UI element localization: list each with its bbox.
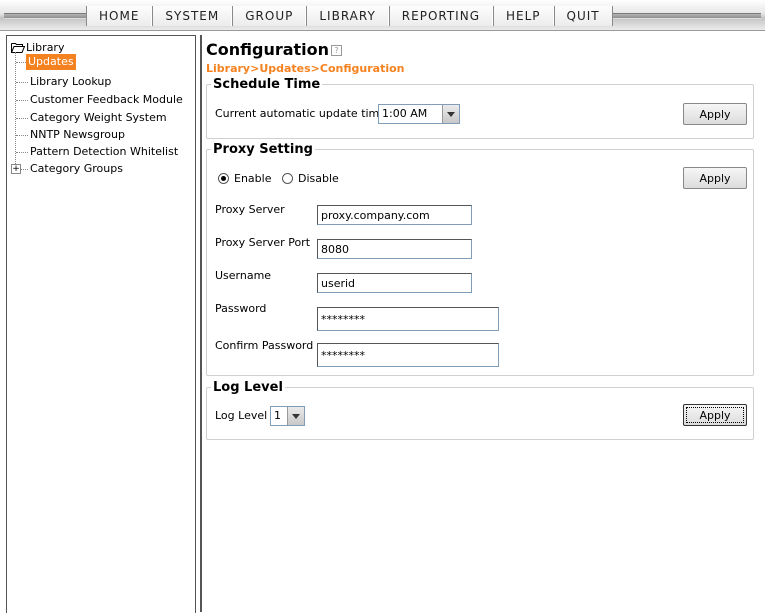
menu-quit[interactable]: QUIT <box>553 6 613 26</box>
schedule-time-legend: Schedule Time <box>213 77 321 92</box>
proxy-setting-group: Proxy Setting Enable Disable Apply Proxy… <box>206 142 754 376</box>
tree-item-category-groups[interactable]: + Category Groups <box>7 161 187 177</box>
tree-item-library-lookup[interactable]: Library Lookup <box>7 74 187 90</box>
log-level-group: Log Level Log Level 1 Apply <box>206 380 754 440</box>
menu-home[interactable]: HOME <box>86 6 153 26</box>
username-label: Username <box>215 269 272 282</box>
confirm-password-input[interactable]: ******** <box>317 343 499 367</box>
page-title: Configuration? <box>206 40 343 59</box>
folder-open-icon <box>11 43 25 53</box>
tree-item-nntp[interactable]: NNTP Newsgroup <box>7 127 187 143</box>
tree-item-pattern-whitelist[interactable]: Pattern Detection Whitelist <box>7 144 187 160</box>
proxy-setting-legend: Proxy Setting <box>213 142 313 157</box>
breadcrumb: Library>Updates>Configuration <box>206 62 405 75</box>
disable-label: Disable <box>298 172 339 185</box>
log-level-value: 1 <box>274 409 281 422</box>
tree-item-label: Updates <box>26 54 76 70</box>
menu-library[interactable]: LIBRARY <box>306 6 389 26</box>
proxy-server-input[interactable]: proxy.company.com <box>317 205 472 225</box>
chevron-down-icon[interactable] <box>287 407 304 425</box>
tree-item-label: Pattern Detection Whitelist <box>30 145 179 158</box>
update-time-label: Current automatic update time: <box>215 107 390 120</box>
expand-plus-icon[interactable]: + <box>11 164 21 174</box>
tree-item-updates[interactable]: Updates <box>7 54 187 70</box>
tree-item-label: Category Weight System <box>30 111 167 124</box>
chevron-down-icon[interactable] <box>442 105 459 123</box>
enable-radio[interactable] <box>218 173 229 184</box>
menu-items: HOME SYSTEM GROUP LIBRARY REPORTING HELP… <box>86 6 613 26</box>
proxy-apply-button[interactable]: Apply <box>683 167 747 189</box>
update-time-select[interactable]: 1:00 AM <box>378 104 460 124</box>
proxy-server-label: Proxy Server <box>215 203 285 216</box>
log-level-select[interactable]: 1 <box>270 406 305 426</box>
log-apply-button[interactable]: Apply <box>683 404 747 426</box>
tree-item-label: Category Groups <box>30 162 123 175</box>
disable-radio[interactable] <box>282 173 293 184</box>
page-title-text: Configuration <box>206 40 330 59</box>
proxy-port-input[interactable]: 8080 <box>317 239 472 259</box>
schedule-apply-button[interactable]: Apply <box>683 103 747 125</box>
log-level-label: Log Level <box>215 409 268 422</box>
tree-item-label: Customer Feedback Module <box>30 93 183 106</box>
menu-help[interactable]: HELP <box>493 6 554 26</box>
menu-reporting[interactable]: REPORTING <box>388 6 493 26</box>
proxy-port-label: Proxy Server Port <box>215 236 311 249</box>
top-menu-bar: HOME SYSTEM GROUP LIBRARY REPORTING HELP… <box>0 0 765 31</box>
enable-label: Enable <box>234 172 272 185</box>
update-time-value: 1:00 AM <box>382 107 428 120</box>
password-input[interactable]: ******** <box>317 307 499 331</box>
username-input[interactable]: userid <box>317 273 472 293</box>
help-icon[interactable]: ? <box>331 45 343 56</box>
tree-item-label: NNTP Newsgroup <box>30 128 125 141</box>
library-tree: Library Updates Library Lookup Customer … <box>6 35 196 613</box>
menu-group[interactable]: GROUP <box>232 6 307 26</box>
tree-item-category-weight[interactable]: Category Weight System <box>7 110 187 126</box>
schedule-time-group: Schedule Time Current automatic update t… <box>206 77 754 139</box>
log-level-legend: Log Level <box>213 380 283 395</box>
tree-item-customer-feedback[interactable]: Customer Feedback Module <box>7 92 187 108</box>
menu-system[interactable]: SYSTEM <box>152 6 233 26</box>
password-label: Password <box>215 302 267 315</box>
panel-splitter[interactable] <box>200 35 202 612</box>
confirm-password-label: Confirm Password <box>215 339 314 352</box>
tree-item-label: Library Lookup <box>30 75 112 88</box>
